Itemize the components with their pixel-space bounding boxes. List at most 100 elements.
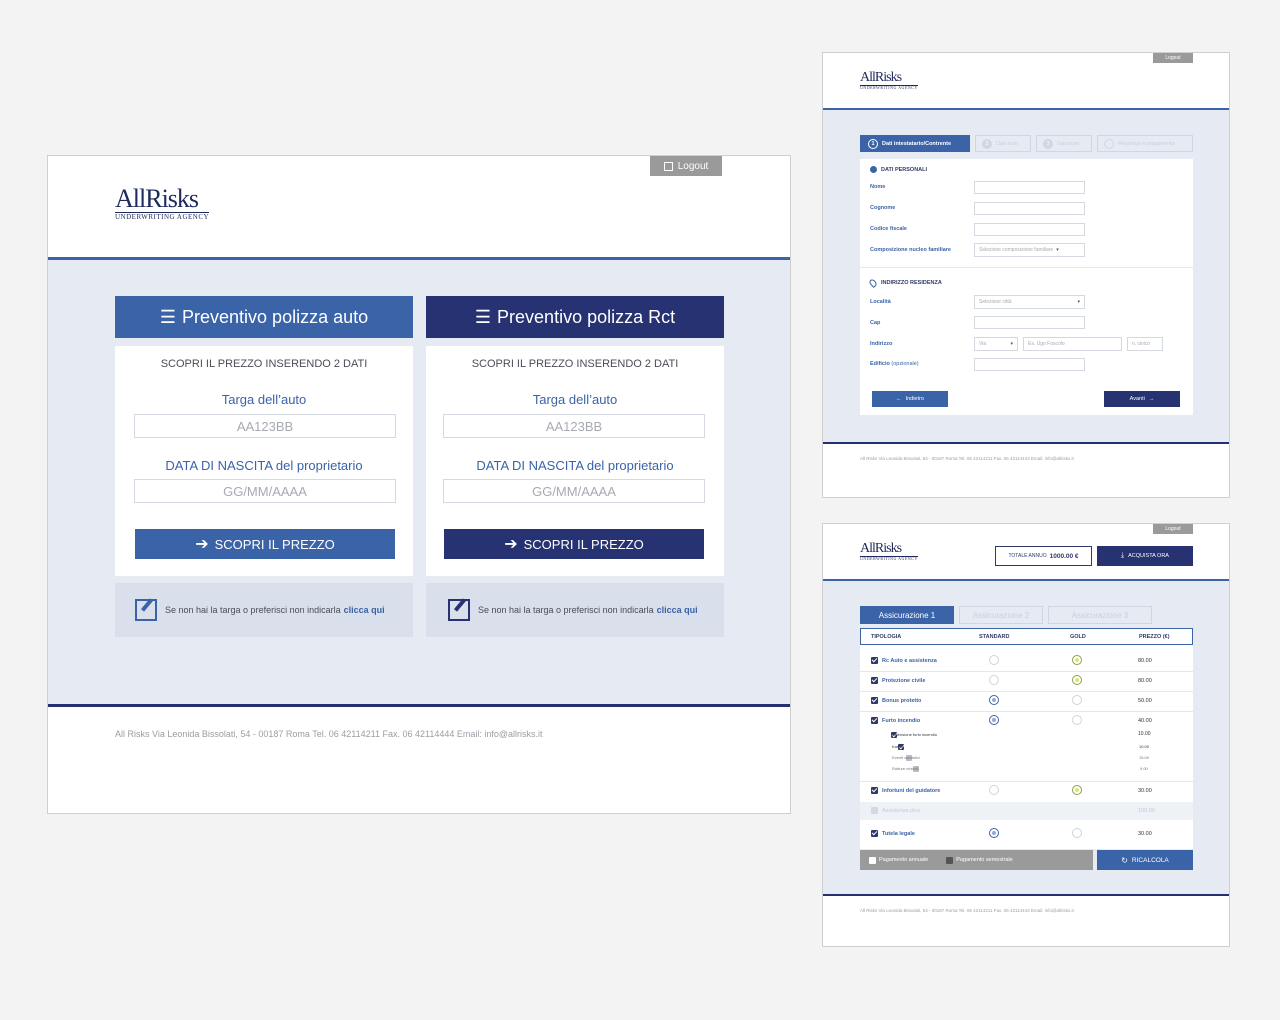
row-price: 80.00: [1138, 678, 1152, 684]
gold-radio[interactable]: [1072, 655, 1082, 665]
row-name: Tutela legale: [882, 831, 915, 837]
name-input[interactable]: [974, 181, 1085, 194]
step-4[interactable]: Riepilogo e pagamento: [1097, 135, 1193, 152]
family-select[interactable]: Selezione composizione familiare ▾: [974, 243, 1085, 257]
discover-price-button[interactable]: ➔ SCOPRI IL PREZZO: [135, 529, 395, 559]
dob-label: DATA DI NASCITA del proprietario: [476, 458, 674, 473]
table-header: TIPOLOGIA STANDARD GOLD PREZZO (€): [860, 628, 1193, 645]
plate-label: Targa dell’auto: [532, 392, 618, 407]
recalculate-button[interactable]: ↻ RICALCOLA: [1097, 850, 1193, 870]
button-label: SCOPRI IL PREZZO: [214, 536, 335, 552]
quote-card-auto: ☰ Preventivo polizza auto SCOPRI IL PREZ…: [115, 296, 413, 638]
logout-label: Logout: [1165, 55, 1181, 61]
street-type-select[interactable]: Via ▾: [974, 337, 1018, 351]
note-link[interactable]: clicca qui: [657, 605, 698, 615]
logo: AllRisks UNDERWRITING AGENCY: [115, 184, 210, 221]
logout-button[interactable]: Logout: [650, 156, 722, 176]
footer-text: All Risks Via Leonida Bissolati, 54 - 00…: [115, 729, 543, 739]
gold-radio[interactable]: [1072, 715, 1082, 725]
step-1[interactable]: 1 Dati intestatario/Contrente: [860, 135, 970, 152]
note-text: Se non hai la targa o preferisci non ind…: [165, 605, 341, 615]
discover-price-button[interactable]: ➔ SCOPRI IL PREZZO: [444, 529, 704, 559]
semestral-checkbox[interactable]: [946, 856, 954, 864]
tab-insurance-3[interactable]: Assicurazione 3: [1048, 606, 1152, 624]
address-section-title: INDIRIZZO RESIDENZA: [868, 278, 942, 288]
standard-radio[interactable]: [989, 675, 999, 685]
col-gold: GOLD: [1070, 634, 1086, 640]
fiscal-code-input[interactable]: [974, 223, 1085, 236]
row-name: Protezione civile: [882, 678, 926, 684]
building-input[interactable]: [974, 358, 1085, 371]
civic-number-input[interactable]: n. civico: [1127, 337, 1163, 351]
chevron-down-icon: ▾: [1010, 341, 1013, 347]
footer-rule: [48, 704, 790, 707]
form-panel: DATI PERSONALI Nome Cognome Codice fisca…: [860, 159, 1193, 415]
refresh-icon: ↻: [1121, 855, 1128, 865]
plate-input[interactable]: AA123BB: [443, 414, 705, 438]
tab-insurance-2[interactable]: Assicurazione 2: [959, 606, 1043, 624]
standard-radio[interactable]: [989, 695, 999, 705]
checkbox[interactable]: [871, 717, 878, 724]
dob-input[interactable]: GG/MM/AAAA: [134, 479, 396, 503]
menu-icon: ☰: [474, 306, 492, 327]
cap-input[interactable]: [974, 316, 1085, 329]
dob-input[interactable]: GG/MM/AAAA: [443, 479, 705, 503]
gold-radio[interactable]: [1072, 828, 1082, 838]
table-row: Protezione civile 80.00: [860, 672, 1193, 690]
logo-subtitle: UNDERWRITING AGENCY: [115, 212, 210, 221]
personal-section-title: DATI PERSONALI: [870, 166, 927, 173]
footer-rule: [823, 442, 1229, 444]
step-3[interactable]: 3 Garanzie: [1036, 135, 1092, 152]
step-label: Garanzie: [1057, 140, 1080, 147]
city-select[interactable]: Selezione città ▾: [974, 295, 1085, 309]
logout-icon: [663, 161, 673, 171]
next-button[interactable]: Avanti →: [1104, 391, 1180, 407]
standard-radio[interactable]: [989, 785, 999, 795]
step-2[interactable]: 2 Dati auto: [975, 135, 1031, 152]
standard-radio[interactable]: [989, 828, 999, 838]
gold-radio[interactable]: [1072, 675, 1082, 685]
card-subtitle: SCOPRI IL PREZZO INSERENDO 2 DATI: [160, 358, 368, 370]
arrow-right-icon: ➔: [195, 536, 209, 553]
menu-icon: ☰: [159, 306, 177, 327]
back-button[interactable]: ← Indietro: [872, 391, 948, 407]
standard-radio[interactable]: [989, 715, 999, 725]
sub-row-price: 10.00: [1139, 744, 1150, 749]
step-number: 1: [868, 138, 878, 149]
row-name: Rc Auto e assistenza: [882, 658, 937, 664]
checkbox[interactable]: [871, 787, 878, 794]
row-name: Bonus protetto: [882, 698, 922, 704]
logout-button[interactable]: Logout: [1153, 53, 1193, 63]
annual-checkbox[interactable]: [869, 856, 876, 864]
checkbox[interactable]: [871, 807, 878, 814]
gold-radio[interactable]: [1072, 695, 1082, 705]
tab-insurance-1[interactable]: Assicurazione 1: [860, 606, 954, 624]
location-pin-icon: [868, 278, 878, 288]
chevron-down-icon: ▾: [1056, 247, 1059, 253]
checkbox[interactable]: [871, 677, 878, 684]
gold-radio[interactable]: [1072, 785, 1082, 795]
surname-label: Cognome: [870, 205, 896, 211]
checkbox[interactable]: [871, 697, 878, 704]
logo-brand: AllRisks: [860, 541, 902, 556]
buy-now-button[interactable]: ⤓ ACQUISTA ORA: [1097, 546, 1193, 566]
logout-button[interactable]: Logout: [1153, 524, 1193, 534]
checkbox[interactable]: [871, 830, 878, 837]
sub-row-name: Rotture cristalli: [892, 766, 919, 771]
table-row-disabled: Assistenza plus 100.00: [860, 802, 1193, 820]
street-input[interactable]: Es. Ugo Foscolo: [1023, 337, 1122, 351]
logo-brand: AllRisks: [115, 184, 199, 213]
row-price: 80.00: [1138, 658, 1152, 664]
surname-input[interactable]: [974, 202, 1085, 215]
col-type: TIPOLOGIA: [871, 634, 902, 640]
sub-row-price: 9.00: [1140, 766, 1148, 771]
plate-input[interactable]: AA123BB: [134, 414, 396, 438]
footer-text: All Risks Via Leonida Bissolati, 54 - 00…: [860, 456, 1074, 461]
row-price: 30.00: [1138, 788, 1152, 794]
standard-radio[interactable]: [989, 655, 999, 665]
sub-row-name: Eventi vandalici: [892, 755, 920, 760]
row-name: Infortuni del guidatore: [882, 788, 941, 794]
row-price: 30.00: [1138, 831, 1152, 837]
checkbox[interactable]: [871, 657, 878, 664]
note-link[interactable]: clicca qui: [344, 605, 385, 615]
